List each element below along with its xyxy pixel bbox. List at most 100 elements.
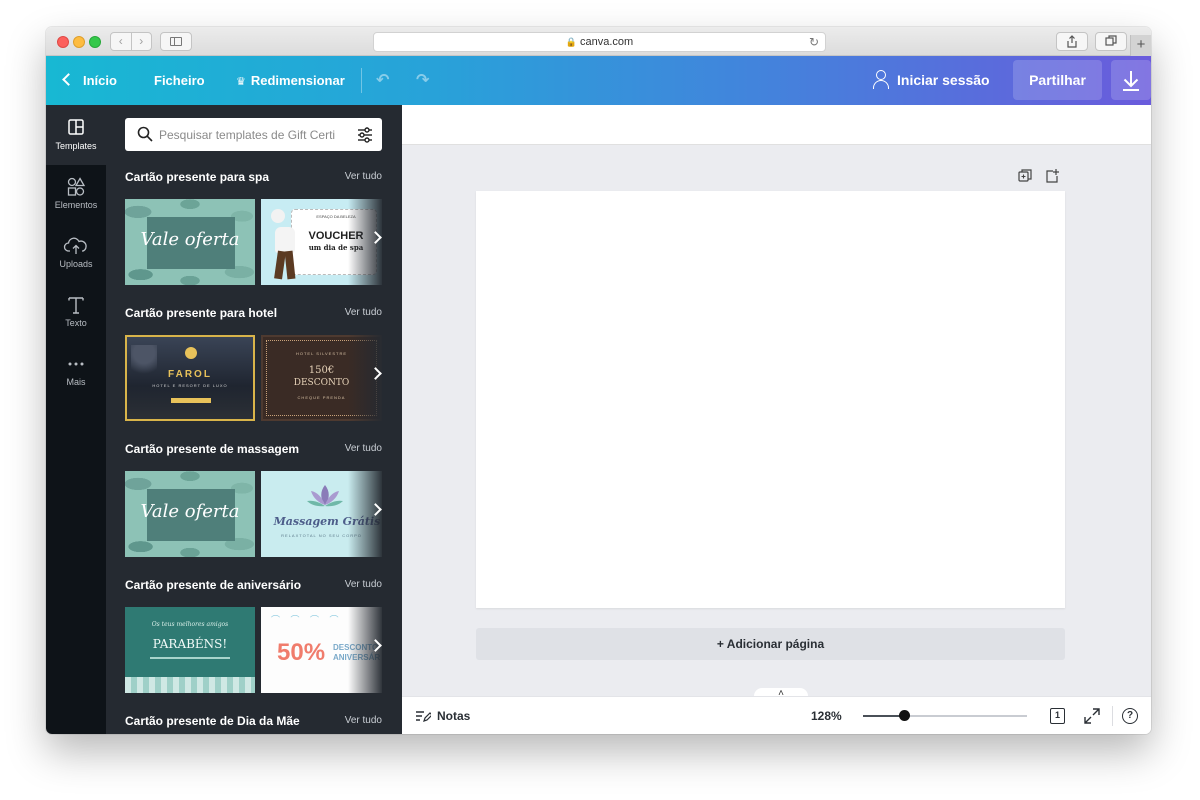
tabs-overview-button[interactable] (1095, 32, 1127, 51)
address-bar[interactable]: 🔒 canva.com ↻ (373, 32, 826, 52)
download-button[interactable] (1111, 60, 1151, 100)
thumbnail-title: FAROL (168, 369, 212, 380)
chevron-left-icon (62, 73, 75, 86)
rail-item-text[interactable]: Texto (46, 282, 106, 342)
template-thumbnail[interactable]: Os teus melhores amigos PARABÉNS! (125, 607, 255, 693)
filter-icon[interactable] (355, 125, 375, 145)
back-arrow-icon[interactable]: ‹ (111, 33, 132, 50)
share-button[interactable]: Partilhar (1013, 60, 1102, 100)
rail-label-text: Texto (65, 318, 87, 328)
rail-item-more[interactable]: Mais (46, 341, 106, 401)
new-tab-button[interactable]: + (1130, 35, 1151, 56)
file-menu-button[interactable]: Ficheiro (154, 56, 205, 105)
editor-context-bar (402, 105, 1151, 145)
search-icon (137, 126, 153, 142)
template-section-spa: Cartão presente para spa Ver tudo Vale o… (125, 170, 382, 285)
share-icon (1067, 35, 1077, 48)
page-count: 1 (1050, 708, 1065, 724)
download-icon (1123, 71, 1139, 91)
add-page-icon[interactable] (1044, 168, 1060, 184)
footer-divider (1112, 706, 1113, 726)
thumbnail-title: PARABÉNS! (152, 637, 228, 651)
templates-icon (68, 119, 84, 135)
see-all-link[interactable]: Ver tudo (345, 171, 382, 182)
template-search-input[interactable] (159, 118, 349, 151)
see-all-link[interactable]: Ver tudo (345, 307, 382, 318)
zoom-value[interactable]: 128% (811, 697, 842, 734)
help-button[interactable]: ? (1120, 706, 1140, 726)
minimize-window-button[interactable] (73, 36, 85, 48)
thumbnail-title: 50% (277, 639, 326, 666)
section-title: Cartão presente para hotel (125, 306, 278, 320)
person-icon (872, 69, 889, 90)
template-section-mothers-day: Cartão presente de Dia da Mãe Ver tudo (125, 714, 382, 734)
template-search (125, 118, 382, 151)
fullscreen-button[interactable] (1082, 706, 1102, 726)
section-title: Cartão presente de aniversário (125, 578, 302, 592)
side-rail: Templates Elementos Uploads Texto Mais (46, 105, 106, 734)
rail-item-uploads[interactable]: Uploads (46, 223, 106, 283)
resize-button[interactable]: ♛ Redimensionar (236, 56, 345, 105)
text-icon (68, 297, 84, 314)
see-all-link[interactable]: Ver tudo (345, 715, 382, 726)
page-count-button[interactable]: 1 (1047, 706, 1067, 726)
close-window-button[interactable] (57, 36, 69, 48)
login-label: Iniciar sessão (897, 72, 990, 88)
home-back-label: Início (83, 73, 117, 88)
rail-item-elements[interactable]: Elementos (46, 164, 106, 224)
rail-label-elements: Elementos (54, 200, 98, 210)
browser-window: ‹ › 🔒 canva.com ↻ + Início Ficheiro ♛ Redi… (46, 27, 1151, 734)
thumbnail-title: Vale oferta (140, 501, 240, 522)
rail-item-templates[interactable]: Templates (46, 105, 106, 165)
undo-icon[interactable]: ↶ (376, 56, 389, 105)
notes-icon (416, 711, 431, 722)
add-page-button[interactable]: + Adicionar página (476, 628, 1065, 660)
zoom-slider-knob[interactable] (899, 710, 910, 721)
thumbnail-title: Vale oferta (140, 229, 240, 250)
sidebar-icon (170, 37, 182, 46)
editor-toolbar: Início Ficheiro ♛ Redimensionar ↶ ↷ Inici… (46, 56, 1151, 105)
crown-icon: ♛ (236, 76, 246, 88)
section-title: Cartão presente de Dia da Mãe (125, 714, 300, 728)
design-canvas[interactable] (476, 191, 1065, 608)
shapes-icon (67, 177, 86, 196)
cloud-upload-icon (63, 237, 87, 254)
rail-label-uploads: Uploads (59, 259, 93, 269)
zoom-slider-fill (863, 715, 904, 717)
see-all-link[interactable]: Ver tudo (345, 443, 382, 454)
template-section-massage: Cartão presente de massagem Ver tudo Val… (125, 442, 382, 557)
more-dots-icon (68, 362, 84, 366)
template-section-hotel: Cartão presente para hotel Ver tudo FARO… (125, 306, 382, 421)
tabs-icon (1105, 35, 1117, 46)
browser-chrome: ‹ › 🔒 canva.com ↻ + (46, 27, 1151, 56)
section-title: Cartão presente para spa (125, 170, 270, 184)
browser-sidebar-toggle-button[interactable] (160, 32, 192, 51)
editor-area: + Adicionar página ˄ (402, 105, 1151, 699)
see-all-link[interactable]: Ver tudo (345, 579, 382, 590)
zoom-window-button[interactable] (89, 36, 101, 48)
login-button[interactable]: Iniciar sessão (872, 56, 990, 105)
help-icon: ? (1122, 708, 1138, 724)
forward-arrow-icon[interactable]: › (132, 33, 152, 50)
template-thumbnail[interactable]: FAROL HOTEL E RESORT DE LUXO (125, 335, 255, 421)
browser-share-button[interactable] (1056, 32, 1088, 51)
expand-icon (1084, 708, 1100, 724)
resize-label: Redimensionar (250, 73, 345, 88)
history-nav: ‹ › (110, 32, 152, 51)
lotus-icon (307, 485, 343, 507)
template-thumbnail[interactable]: Vale oferta (125, 471, 255, 557)
reload-icon[interactable]: ↻ (809, 33, 819, 51)
thumbnail-small-text: HOTEL E RESORT DE LUXO (152, 383, 228, 388)
home-back-button[interactable]: Início (62, 56, 117, 105)
rail-label-more: Mais (66, 377, 86, 387)
template-thumbnail[interactable]: Vale oferta (125, 199, 255, 285)
lock-icon: 🔒 (565, 37, 577, 47)
templates-panel: Cartão presente para spa Ver tudo Vale o… (106, 105, 402, 734)
zoom-slider[interactable] (863, 710, 1027, 721)
duplicate-page-icon[interactable] (1017, 168, 1033, 184)
notes-button[interactable]: Notas (415, 697, 470, 734)
url-text: canva.com (580, 36, 634, 48)
rail-label-templates: Templates (55, 141, 97, 151)
redo-icon[interactable]: ↷ (416, 56, 429, 105)
template-section-birthday: Cartão presente de aniversário Ver tudo … (125, 578, 382, 693)
